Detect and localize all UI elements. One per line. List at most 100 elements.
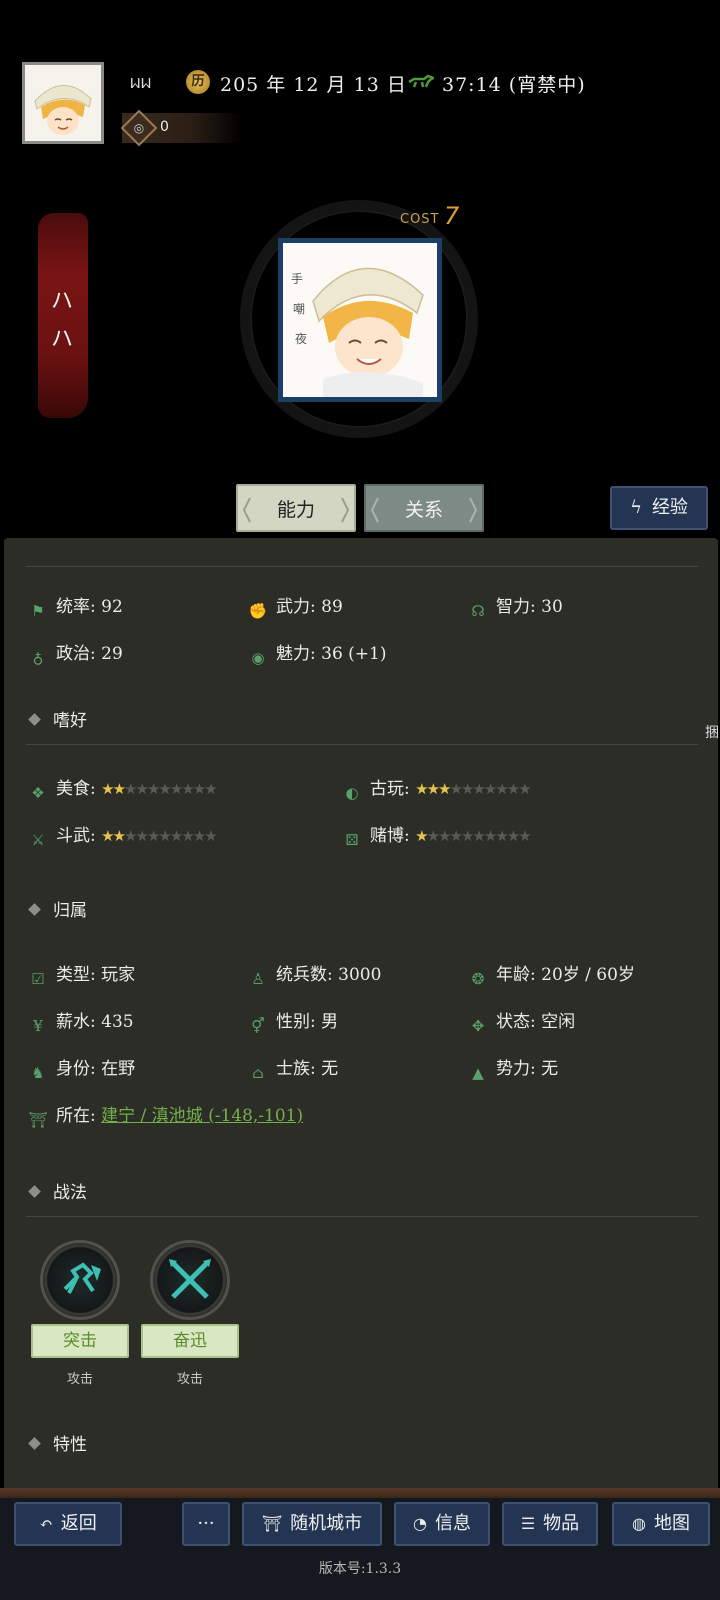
random-city-button[interactable]: ⛩ 随机城市 bbox=[242, 1502, 382, 1546]
horse-icon bbox=[408, 74, 434, 88]
bag-icon: ♁ bbox=[32, 649, 44, 667]
star-empty-icon: ★ bbox=[204, 780, 218, 798]
game-time: 37:14 (宵禁中) bbox=[442, 74, 586, 96]
calendar-check-icon: ☑ bbox=[31, 970, 45, 988]
version-label: 版本号:1.3.3 bbox=[318, 1561, 402, 1577]
globe-icon: ◍ bbox=[632, 1514, 646, 1533]
info-button[interactable]: ◔ 信息 bbox=[394, 1502, 490, 1546]
star-empty-icon: ★ bbox=[192, 780, 207, 798]
star-empty-icon: ★ bbox=[124, 827, 138, 845]
star-rating: ★★★★★★★★★★ bbox=[101, 780, 218, 798]
cost-label: COST bbox=[400, 212, 440, 227]
star-empty-icon: ★ bbox=[135, 827, 150, 845]
star-empty-icon: ★ bbox=[506, 780, 521, 798]
gender-icon: ⚥ bbox=[251, 1017, 265, 1035]
divider bbox=[26, 566, 698, 567]
soldier-icon: ♙ bbox=[251, 970, 265, 988]
tab-relation[interactable]: 关系 bbox=[364, 484, 484, 532]
star-empty-icon: ★ bbox=[158, 827, 172, 845]
yen-icon: ¥ bbox=[33, 1017, 43, 1035]
info-location: ⛩ 所在: 建宁 / 滇池城 (-148,-101) bbox=[28, 1106, 304, 1129]
name-banner: ハ ハ bbox=[38, 213, 88, 418]
divider bbox=[26, 744, 698, 745]
status-icon: ✥ bbox=[471, 1017, 485, 1035]
star-empty-icon: ★ bbox=[192, 827, 207, 845]
banner-char: ハ bbox=[50, 289, 75, 314]
skill-type: 攻击 bbox=[66, 1372, 93, 1387]
star-empty-icon: ★ bbox=[483, 780, 498, 798]
info-status: ✥ 状态: 空闲 bbox=[468, 1007, 575, 1036]
dice-icon: ⚄ bbox=[345, 831, 359, 849]
tab-ability-label: 能力 bbox=[276, 499, 315, 521]
stat-charm: ◉ 魅力: 36 (+1) bbox=[248, 639, 386, 668]
stat-force: ✊ 武力: 89 bbox=[248, 597, 343, 620]
info-faction: ▲ 势力: 无 bbox=[468, 1054, 558, 1083]
faction-icon: ▲ bbox=[472, 1064, 484, 1082]
star-empty-icon: ★ bbox=[146, 827, 161, 845]
skill-fenxun-button[interactable]: 奋迅 bbox=[141, 1324, 239, 1358]
hobby-gambling: ⚄ 赌博: ★★★★★★★★★★ bbox=[342, 821, 532, 850]
svg-text:嘲: 嘲 bbox=[293, 302, 305, 316]
section-hobbies: 嗜好 bbox=[28, 706, 87, 731]
star-filled-icon: ★ bbox=[101, 780, 115, 798]
star-rating: ★★★★★★★★★★ bbox=[415, 827, 532, 845]
items-button[interactable]: ☰ 物品 bbox=[502, 1502, 598, 1546]
more-button[interactable]: ··· bbox=[182, 1502, 230, 1546]
info-age: ❂ 年龄: 20岁 / 60岁 bbox=[468, 960, 635, 989]
experience-button[interactable]: ϟ 经验 bbox=[610, 486, 708, 530]
section-affiliation: 归属 bbox=[28, 896, 87, 921]
star-empty-icon: ★ bbox=[181, 780, 195, 798]
hobby-martial: ⚔ 斗武: ★★★★★★★★★★ bbox=[28, 821, 218, 850]
star-empty-icon: ★ bbox=[518, 780, 532, 798]
skill-type: 攻击 bbox=[176, 1372, 203, 1387]
experience-label: 经验 bbox=[651, 497, 688, 518]
star-empty-icon: ★ bbox=[472, 827, 486, 845]
tab-ability[interactable]: 能力 bbox=[236, 484, 356, 532]
star-empty-icon: ★ bbox=[449, 827, 464, 845]
star-empty-icon: ★ bbox=[483, 827, 498, 845]
star-rating: ★★★★★★★★★★ bbox=[415, 780, 532, 798]
swords-icon: ⚔ bbox=[31, 831, 45, 849]
player-name: ᥕᥕ bbox=[130, 72, 152, 93]
star-empty-icon: ★ bbox=[438, 827, 452, 845]
star-empty-icon: ★ bbox=[124, 780, 138, 798]
skill-charge-icon[interactable] bbox=[40, 1240, 120, 1320]
star-filled-icon: ★ bbox=[415, 827, 429, 845]
brain-icon: ☊ bbox=[471, 602, 485, 620]
star-filled-icon: ★ bbox=[101, 827, 115, 845]
ability-panel[interactable]: ⚑ 统率: 92 ✊ 武力: 89 ☊ 智力: 30 ♁ 政治: 29 ◉ 魅力: 36 … bbox=[4, 538, 718, 1488]
side-text: 捆 bbox=[705, 725, 719, 741]
section-tactics: 战法 bbox=[28, 1178, 87, 1203]
game-date: 205 年 12 月 13 日 bbox=[220, 74, 407, 96]
star-filled-icon: ★ bbox=[415, 780, 429, 798]
star-empty-icon: ★ bbox=[460, 827, 475, 845]
info-salary: ¥ 薪水: 435 bbox=[28, 1007, 133, 1036]
star-empty-icon: ★ bbox=[169, 780, 184, 798]
clan-icon: ⌂ bbox=[252, 1064, 264, 1082]
age-icon: ❂ bbox=[471, 970, 485, 988]
skill-fenxun-icon[interactable] bbox=[150, 1240, 230, 1320]
location-link[interactable]: 建宁 / 滇池城 (-148,-101) bbox=[101, 1106, 303, 1126]
info-troops: ♙ 统兵数: 3000 bbox=[248, 960, 381, 989]
star-rating: ★★★★★★★★★★ bbox=[101, 827, 218, 845]
svg-text:夜: 夜 bbox=[295, 331, 307, 346]
star-empty-icon: ★ bbox=[204, 827, 218, 845]
hobby-food: ❖ 美食: ★★★★★★★★★★ bbox=[28, 774, 218, 803]
gate-icon: ⛩ bbox=[261, 1514, 283, 1533]
svg-text:手: 手 bbox=[291, 272, 303, 286]
map-button[interactable]: ◍ 地图 bbox=[612, 1502, 710, 1546]
skill-charge-button[interactable]: 突击 bbox=[31, 1324, 129, 1358]
bag-icon: ☰ bbox=[520, 1514, 536, 1533]
back-button[interactable]: ↶ 返回 bbox=[14, 1502, 122, 1546]
arm-icon: ✊ bbox=[248, 602, 268, 620]
coin-value: 0 bbox=[160, 119, 169, 135]
star-empty-icon: ★ bbox=[426, 827, 441, 845]
player-avatar[interactable] bbox=[22, 62, 104, 144]
candy-icon: ❖ bbox=[31, 784, 45, 802]
stat-politics: ♁ 政治: 29 bbox=[28, 639, 123, 668]
banner-char: ハ bbox=[50, 327, 75, 352]
gate-icon: ⛩ bbox=[28, 1111, 48, 1129]
more-icon: ··· bbox=[197, 1513, 215, 1534]
hero-portrait[interactable]: 手 嘲 夜 bbox=[278, 238, 442, 402]
identity-icon: ♞ bbox=[31, 1064, 45, 1082]
